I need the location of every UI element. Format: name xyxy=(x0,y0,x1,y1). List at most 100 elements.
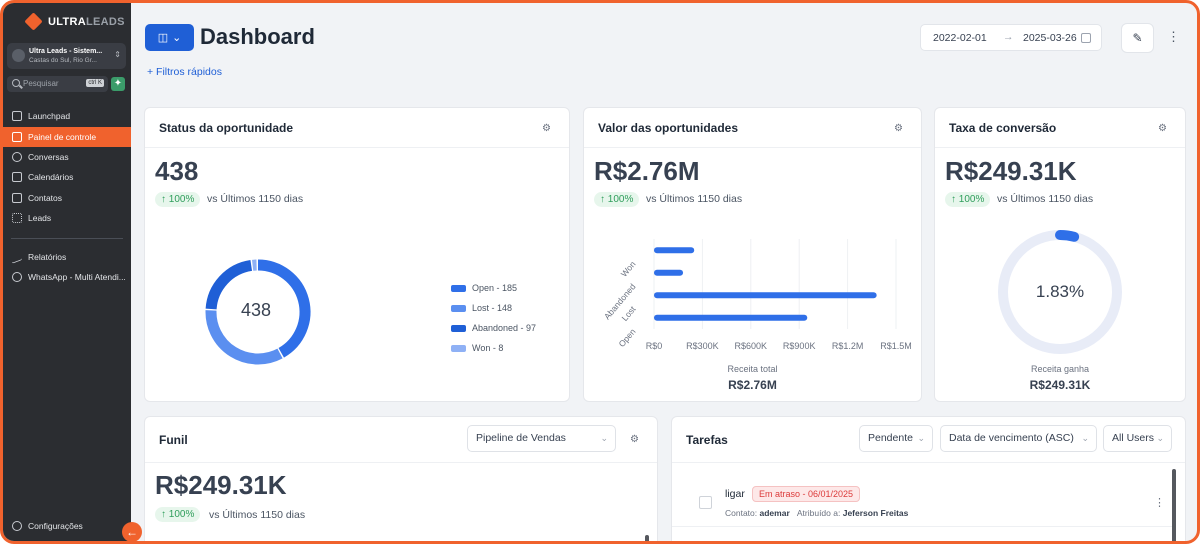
legend-swatch xyxy=(451,324,466,332)
bar-lost xyxy=(654,292,877,299)
card-header: Taxa de conversão ⚙ xyxy=(935,108,1185,148)
card-header: Valor das oportunidades ⚙ xyxy=(584,108,921,148)
legend-item: Won - 8 xyxy=(451,338,536,358)
quick-action-button[interactable]: ✦ xyxy=(111,77,125,91)
arrow-right-icon: → xyxy=(1003,31,1014,43)
chevron-down-icon: ⌄ xyxy=(1081,433,1089,443)
logo-text: ULTRALEADS xyxy=(48,15,125,28)
account-name: Ultra Leads - Sistem... xyxy=(29,48,103,55)
layout-icon: ◫ xyxy=(157,32,169,44)
account-location: Castas do Sul, Rio Gr... xyxy=(29,57,97,64)
bar-chart: R$0 R$300K R$600K R$900K R$1.2M R$1.5MWonAban… xyxy=(602,239,912,351)
sidebar-item-calendarios[interactable]: Calendários xyxy=(3,167,131,187)
quick-filters-link[interactable]: + Filtros rápidos xyxy=(147,66,222,78)
legend-label: Abandoned - 97 xyxy=(472,323,537,333)
tasks-card: Tarefas Pendente ⌄ Data de vencimento (A… xyxy=(671,416,1186,541)
reports-icon xyxy=(12,250,22,264)
settings-sliders-icon[interactable]: ⚙ xyxy=(630,434,639,445)
card-title: Valor das oportunidades xyxy=(598,121,739,135)
card-title: Tarefas xyxy=(686,433,728,447)
rocket-icon xyxy=(12,111,22,121)
x-tick-label: R$300K xyxy=(686,341,719,351)
pencil-icon: ✎ xyxy=(1132,31,1143,45)
search-input[interactable]: Pesquisar ctrl K xyxy=(7,76,108,92)
sort-select[interactable]: Data de vencimento (ASC) ⌄ xyxy=(940,425,1097,452)
y-tick-label: Open xyxy=(617,326,638,349)
settings-sliders-icon[interactable]: ⚙ xyxy=(542,123,551,134)
sidebar: ULTRALEADS Ultra Leads - Sistem... Casta… xyxy=(3,3,131,541)
account-switcher[interactable]: Ultra Leads - Sistem... Castas do Sul, R… xyxy=(7,43,126,69)
metric-value: 438 xyxy=(155,156,199,186)
change-badge: ↑ 100% xyxy=(155,507,201,522)
conversion-card: Taxa de conversão ⚙ R$249.31K ↑ 100% vs … xyxy=(934,107,1186,402)
account-avatar-icon xyxy=(12,49,25,62)
task-name: ligar xyxy=(725,488,745,500)
funnel-card: Funil Pipeline de Vendas ⌄ ⚙ R$249.31K ↑… xyxy=(144,416,658,541)
compare-text: vs Últimos 1150 dias xyxy=(207,193,304,205)
card-header: Funil Pipeline de Vendas ⌄ ⚙ xyxy=(145,417,657,463)
whatsapp-icon xyxy=(12,272,22,282)
chevron-updown-icon: ⇕ xyxy=(114,50,121,59)
chart-legend: Open - 185 Lost - 148 Abandoned - 97 Won… xyxy=(451,278,536,358)
x-tick-label: R$900K xyxy=(783,341,816,351)
sidebar-item-whatsapp[interactable]: WhatsApp - Multi Atendi... xyxy=(3,267,131,287)
y-tick-label: Won xyxy=(619,259,638,279)
task-checkbox[interactable] xyxy=(699,496,712,509)
sidebar-item-label: Relatórios xyxy=(28,252,67,262)
sidebar-item-settings[interactable]: Configurações xyxy=(3,521,83,531)
task-meta: Contato: ademar Atribuído a: Jeferson Fr… xyxy=(725,508,908,518)
status-filter-select[interactable]: Pendente ⌄ xyxy=(859,425,933,452)
users-filter-select[interactable]: All Users ⌄ xyxy=(1103,425,1172,452)
app-frame: ULTRALEADS Ultra Leads - Sistem... Casta… xyxy=(0,0,1200,544)
scrollbar[interactable] xyxy=(1172,469,1176,541)
task-assigned-label: Atribuído a: xyxy=(796,508,841,518)
task-row[interactable]: ligar Em atraso - 06/01/2025 Contato: ad… xyxy=(672,463,1185,525)
chevron-down-icon: ⌄ xyxy=(917,433,925,443)
calendar-icon xyxy=(1081,33,1091,43)
chevron-down-icon: ⌄ xyxy=(600,433,608,443)
search-placeholder: Pesquisar xyxy=(23,79,59,88)
settings-sliders-icon[interactable]: ⚙ xyxy=(894,123,903,134)
edit-dashboard-button[interactable]: ✎ xyxy=(1121,23,1154,53)
status-card: Status da oportunidade ⚙ 438 ↑ 100% vs Ú… xyxy=(144,107,570,402)
legend-item: Lost - 148 xyxy=(451,298,536,318)
date-start: 2022-02-01 xyxy=(933,32,987,44)
card-header: Tarefas Pendente ⌄ Data de vencimento (A… xyxy=(672,417,1185,463)
chevron-down-icon: ⌄ xyxy=(1156,433,1164,443)
sidebar-item-contatos[interactable]: Contatos xyxy=(3,188,131,208)
metric-value: R$249.31K xyxy=(155,470,287,500)
task-contact: ademar xyxy=(759,508,790,518)
donut-center-label: 438 xyxy=(240,300,272,320)
page-title: Dashboard xyxy=(200,24,315,49)
calendar-icon xyxy=(12,172,22,182)
card-title: Funil xyxy=(159,433,188,447)
bar-won xyxy=(654,247,695,254)
more-options-icon[interactable]: ⋮ xyxy=(1167,29,1180,45)
sidebar-divider xyxy=(11,238,123,239)
users-filter-value: All Users xyxy=(1112,432,1155,444)
settings-sliders-icon[interactable]: ⚙ xyxy=(1158,123,1167,134)
legend-swatch xyxy=(451,284,466,292)
scrollbar[interactable] xyxy=(645,535,649,541)
legend-label: Open - 185 xyxy=(472,283,518,293)
task-more-icon[interactable]: ⋮ xyxy=(1154,496,1165,509)
legend-swatch xyxy=(451,344,466,352)
search-icon xyxy=(12,79,20,87)
logo[interactable]: ULTRALEADS xyxy=(24,12,125,31)
sort-select-value: Data de vencimento (ASC) xyxy=(949,432,1074,444)
x-tick-label: R$0 xyxy=(646,341,663,351)
sidebar-item-dashboard[interactable]: Painel de controle xyxy=(3,127,131,147)
sidebar-item-relatorios[interactable]: Relatórios xyxy=(3,247,131,267)
legend-label: Won - 8 xyxy=(472,343,504,353)
date-range-picker[interactable]: 2022-02-01 → 2025-03-26 xyxy=(920,24,1102,51)
view-switcher-button[interactable]: ◫ ⌄ xyxy=(145,24,194,51)
sidebar-item-leads[interactable]: Leads xyxy=(3,208,131,228)
compare-text: vs Últimos 1150 dias xyxy=(997,193,1094,205)
sidebar-item-label: Configurações xyxy=(28,521,83,531)
pipeline-select[interactable]: Pipeline de Vendas ⌄ xyxy=(467,425,616,452)
sidebar-item-conversas[interactable]: Conversas xyxy=(3,147,131,167)
sidebar-item-label: Launchpad xyxy=(28,111,71,121)
sidebar-item-launchpad[interactable]: Launchpad xyxy=(3,106,131,126)
sidebar-item-label: Contatos xyxy=(28,193,63,203)
card-header: Status da oportunidade ⚙ xyxy=(145,108,569,148)
